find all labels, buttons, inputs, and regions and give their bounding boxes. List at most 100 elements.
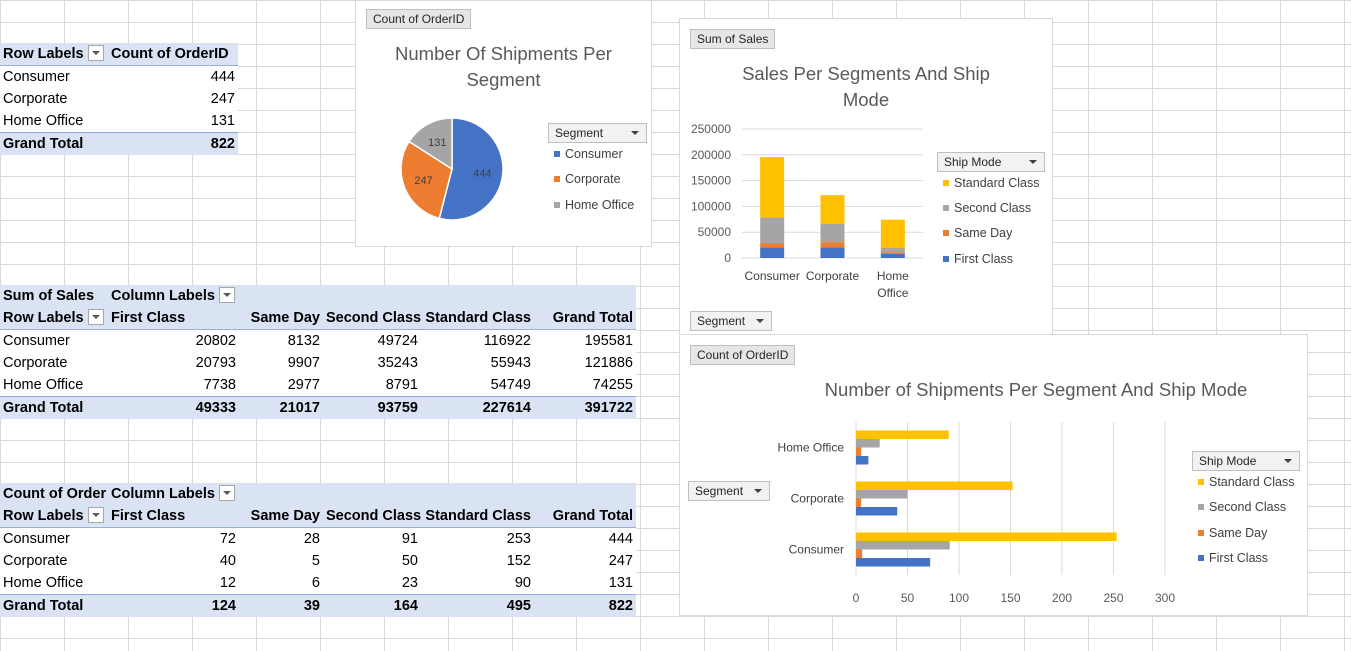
pivot-table-order-count: Count of Order Column Labels Row Labels … [0,483,636,617]
column-segment [820,242,845,248]
column-header: Grand Total [534,505,636,528]
legend-swatch [943,255,949,262]
column-labels-header: Column Labels [111,486,215,502]
x-category-label: Home [877,269,909,283]
grand-total-row: Grand Total 49333 21017 93759 227614 391… [0,396,636,419]
x-category-label: Consumer [744,269,799,283]
cell: 50 [401,553,418,569]
cell: 72 [219,531,236,547]
pivot-table-sales: Sum of Sales Column Labels Row Labels Fi… [0,285,636,419]
column-header: First Class [108,505,239,528]
row-label: Home Office [3,575,84,591]
column-segment [880,252,905,255]
row-value: 131 [210,113,235,129]
bar [856,456,869,465]
cell: 6 [311,575,320,591]
row-value: 444 [210,69,235,85]
row-labels-header: Row Labels [3,508,84,524]
column-labels-header: Column Labels [111,288,215,304]
cell: 20793 [195,355,236,371]
cell: 5 [311,553,320,569]
count-orderid-field-button[interactable]: Count of OrderID [690,345,796,365]
y-tick-label: 200000 [691,148,731,162]
row-labels-filter-button[interactable] [87,309,104,326]
grand-total-label: Grand Total [0,132,108,155]
legend-item-home-office: Home Office [554,198,634,212]
x-category-label: Corporate [806,269,860,283]
pie-data-label: 444 [473,168,491,180]
legend-item-standard-class: Standard Class [1198,475,1294,489]
bar [856,558,931,567]
row-label: Consumer [3,531,70,547]
x-tick-label: 100 [949,591,969,605]
ship-mode-legend-button[interactable]: Ship Mode [937,152,1045,172]
cell: 21017 [239,396,323,419]
bar-chart-shipments-by-mode[interactable]: Count of OrderID Number of Shipments Per… [679,334,1308,616]
pie-chart-shipments[interactable]: Count of OrderID Number Of Shipments Per… [355,0,652,247]
row-labels-filter-button[interactable] [87,45,104,62]
cell: 9907 [287,355,320,371]
ship-mode-legend-button[interactable]: Ship Mode [1192,451,1300,471]
legend-item-second-class: Second Class [943,201,1031,215]
row-labels-header: Row Labels [3,46,84,62]
bar [856,430,949,439]
x-tick-label: 300 [1155,591,1175,605]
row-labels-filter-button[interactable] [87,507,104,524]
chart-title: Number Of Shipments Per Segment [395,43,612,90]
legend-swatch [1198,554,1204,561]
legend-item-first-class: First Class [943,252,1013,266]
column-segment [820,223,845,243]
column-labels-filter-button[interactable] [218,287,235,304]
cell: 116922 [483,333,531,349]
legend-label: Same Day [954,226,1013,240]
column-header: First Class [108,307,239,330]
table-row: Consumer 20802 8132 49724 116922 195581 [0,330,636,353]
segment-axis-button[interactable]: Segment [690,311,772,331]
column-header: Second Class [323,505,421,528]
column-labels-filter-button[interactable] [218,485,235,502]
legend-item-first-class: First Class [1198,551,1268,565]
segment-legend-button[interactable]: Segment [548,123,647,143]
y-tick-label: 0 [724,251,731,265]
segment-axis-button[interactable]: Segment [688,481,770,501]
column-header: Standard Class [421,307,534,330]
row-label: Corporate [3,355,68,371]
legend-swatch [943,179,949,186]
count-orderid-header: Count of OrderID [108,43,238,66]
column-header: Standard Class [421,505,534,528]
cell: 227614 [421,396,534,419]
column-segment [820,195,845,224]
legend-swatch [1198,529,1204,536]
grand-total-row: Grand Total 124 39 164 495 822 [0,594,636,617]
y-tick-label: 50000 [698,225,732,239]
cell: 247 [608,553,633,569]
column-header: Second Class [323,307,421,330]
legend-swatch [943,204,949,211]
legend-label: Home Office [565,198,635,212]
sum-of-sales-field-button[interactable]: Sum of Sales [690,29,776,49]
grand-total-row: Grand Total 822 [0,132,238,155]
x-tick-label: 250 [1103,591,1123,605]
row-label: Corporate [3,553,68,569]
bar [856,490,908,499]
row-label: Home Office [3,113,84,129]
bar [856,549,863,558]
legend-swatch [554,201,560,208]
cell: 28 [303,531,320,547]
column-segment [760,157,785,218]
cell: 8132 [287,333,320,349]
x-tick-label: 150 [1000,591,1020,605]
column-segment [880,254,905,258]
legend-label: First Class [1209,551,1269,565]
legend-item-standard-class: Standard Class [943,176,1039,190]
column-segment [820,247,845,258]
pie-plot: 444 247 131 [400,117,504,221]
count-orderid-field-button[interactable]: Count of OrderID [366,9,472,29]
bar [856,498,862,507]
legend-label: Standard Class [1209,475,1295,489]
column-chart-sales[interactable]: Sum of Sales Sales Per Segments And Ship… [679,18,1053,335]
y-tick-label: 150000 [691,174,731,188]
legend-label: Same Day [1209,526,1268,540]
bar-plot: 0 50 100 150 200 250 300 Consumer Corporate Home … [778,422,1175,605]
table-row: Corporate 20793 9907 35243 55943 121886 [0,352,636,374]
